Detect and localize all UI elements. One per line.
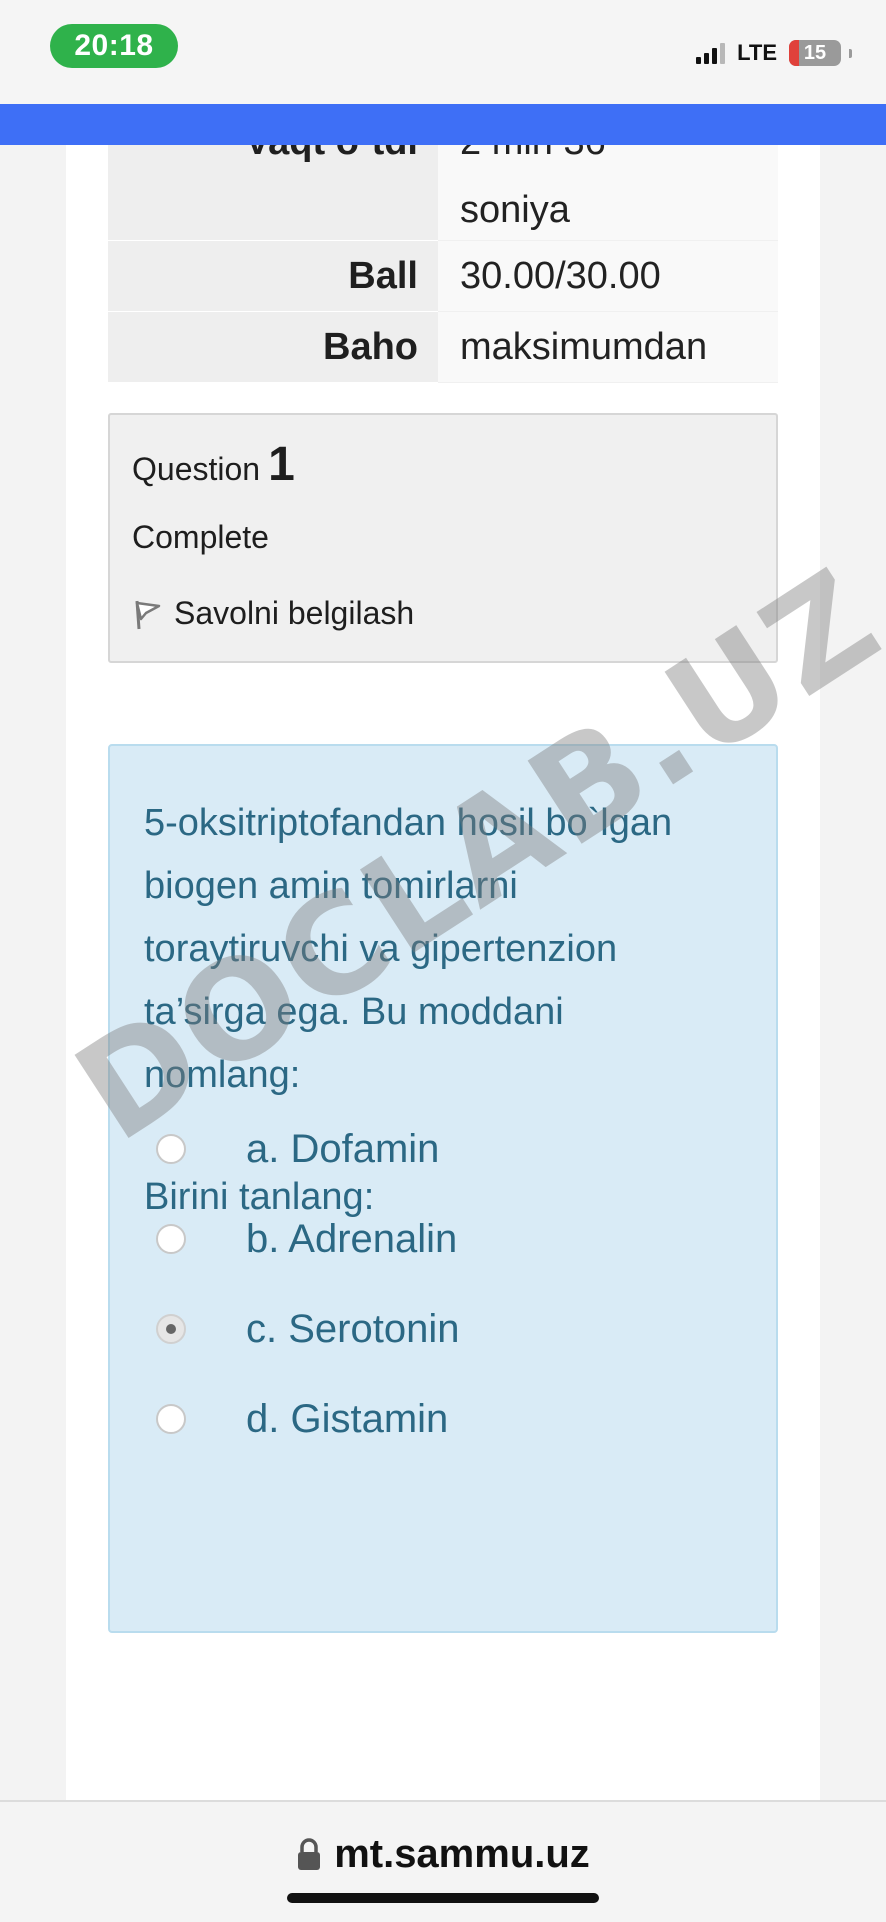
question-text-line: 5-oksitriptofandan hosil bo`lgan <box>144 802 673 844</box>
url-row[interactable]: mt.sammu.uz <box>0 1832 886 1877</box>
summary-row-baho: Baho maksimumdan <box>108 311 778 383</box>
battery-nub <box>849 48 852 58</box>
attempt-summary-table: Vaqt o`tdi 2 min 36soniya Ball 30.00/30.… <box>108 145 778 383</box>
quiz-page: Vaqt o`tdi 2 min 36soniya Ball 30.00/30.… <box>66 145 820 1800</box>
flag-icon <box>135 600 161 629</box>
lock-icon <box>298 1837 321 1870</box>
question-text-line: toraytiruvchi va gipertenzion <box>144 928 618 970</box>
answer-option-c[interactable]: c. Serotonin <box>156 1299 459 1359</box>
summary-value: maksimumdan <box>438 311 778 383</box>
network-type: LTE <box>737 40 777 65</box>
answer-label[interactable]: a. Dofamin <box>246 1127 439 1172</box>
battery-icon: 15 <box>789 40 841 66</box>
home-indicator[interactable] <box>287 1893 599 1903</box>
question-number: 1 <box>268 438 295 491</box>
flag-question-label: Savolni belgilash <box>174 595 415 631</box>
question-title: Question 1 <box>132 437 295 492</box>
question-text-line: ta’sirga ega. Bu moddani <box>144 991 564 1033</box>
question-state: Complete <box>132 519 269 555</box>
summary-row-time: Vaqt o`tdi 2 min 36soniya <box>108 145 778 241</box>
battery-percent: 15 <box>803 42 827 64</box>
summary-label: Ball <box>108 240 438 312</box>
question-content-box: 5-oksitriptofandan hosil bo`lgan biogen … <box>108 744 778 1633</box>
answer-option-d[interactable]: d. Gistamin <box>156 1389 448 1449</box>
flag-question-link[interactable]: Savolni belgilash <box>132 595 414 632</box>
summary-value: 2 min 36soniya <box>438 145 778 241</box>
status-indicators: LTE 15 <box>696 38 852 68</box>
summary-label: Baho <box>108 311 438 383</box>
clock-time: 20:18 <box>50 24 178 68</box>
answer-option-a[interactable]: a. Dofamin <box>156 1119 439 1179</box>
radio-button[interactable] <box>156 1224 186 1254</box>
radio-button[interactable] <box>156 1134 186 1164</box>
radio-button-selected[interactable] <box>156 1314 186 1344</box>
browser-address-bar[interactable]: mt.sammu.uz <box>0 1800 886 1922</box>
answer-label[interactable]: d. Gistamin <box>246 1397 448 1442</box>
question-text-line: nomlang: <box>144 1054 301 1096</box>
question-info-box: Question 1 Complete Savolni belgilash <box>108 413 778 663</box>
summary-label: Vaqt o`tdi <box>108 145 438 241</box>
question-text-line: biogen amin tomirlarni <box>144 865 518 907</box>
status-bar: 20:18 LTE 15 <box>0 0 886 104</box>
question-title-label: Question <box>132 451 261 487</box>
summary-row-ball: Ball 30.00/30.00 <box>108 240 778 312</box>
answer-label[interactable]: b. Adrenalin <box>246 1217 457 1262</box>
summary-value: 30.00/30.00 <box>438 240 778 312</box>
signal-strength-icon <box>696 42 726 64</box>
radio-button[interactable] <box>156 1404 186 1434</box>
question-text: 5-oksitriptofandan hosil bo`lgan biogen … <box>144 792 744 1107</box>
answer-label[interactable]: c. Serotonin <box>246 1307 459 1352</box>
browser-top-bar <box>0 104 886 145</box>
answer-option-b[interactable]: b. Adrenalin <box>156 1209 457 1269</box>
url-text[interactable]: mt.sammu.uz <box>334 1832 590 1877</box>
